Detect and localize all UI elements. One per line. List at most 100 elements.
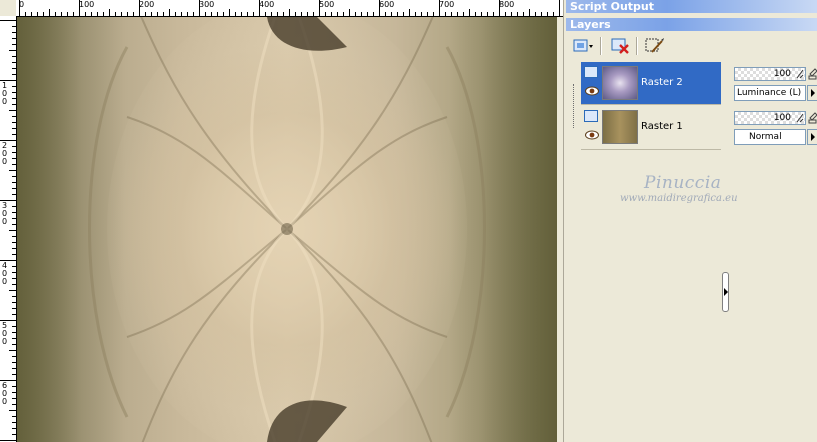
ruler-tick bbox=[12, 158, 16, 159]
ruler-label: 200 bbox=[139, 0, 155, 9]
layer-name: Raster 1 bbox=[641, 121, 683, 132]
ruler-tick bbox=[0, 440, 16, 441]
ruler-tick bbox=[391, 12, 392, 16]
ruler-tick bbox=[12, 104, 16, 105]
blend-mode-select[interactable]: Normal bbox=[734, 129, 806, 145]
ruler-tick bbox=[283, 12, 284, 16]
layer-item-raster-1[interactable]: Raster 1 bbox=[581, 106, 721, 148]
blend-mode-select[interactable]: Luminance (L) bbox=[734, 85, 806, 101]
ruler-tick bbox=[313, 12, 314, 16]
ruler-tick bbox=[12, 284, 16, 285]
ruler-tick bbox=[12, 38, 16, 39]
script-output-title[interactable]: Script Output bbox=[566, 0, 817, 13]
ruler-tick bbox=[367, 12, 368, 16]
ruler-label: 700 bbox=[439, 0, 455, 9]
ruler-tick bbox=[9, 170, 16, 171]
ruler-tick bbox=[241, 12, 242, 16]
ruler-tick bbox=[421, 12, 422, 16]
ruler-tick bbox=[247, 12, 248, 16]
layer-properties-icon bbox=[645, 38, 664, 53]
toolbar-separator bbox=[636, 37, 638, 55]
ruler-tick bbox=[12, 236, 16, 237]
layer-separator bbox=[581, 149, 721, 150]
layer-separator bbox=[581, 104, 721, 105]
lock-transparency-icon[interactable] bbox=[808, 112, 817, 124]
ruler-tick bbox=[307, 12, 308, 16]
ruler-tick bbox=[12, 86, 16, 87]
ruler-tick bbox=[12, 134, 16, 135]
ruler-tick bbox=[463, 12, 464, 16]
lock-transparency-icon[interactable] bbox=[808, 68, 817, 80]
ruler-tick bbox=[427, 12, 428, 16]
ruler-tick bbox=[9, 230, 16, 231]
ruler-tick bbox=[37, 12, 38, 16]
opacity-field[interactable]: 100 bbox=[734, 67, 806, 81]
layer-item-raster-2[interactable]: Raster 2 bbox=[581, 62, 721, 104]
ruler-tick bbox=[559, 0, 560, 16]
ruler-tick bbox=[175, 12, 176, 16]
ruler-tick bbox=[12, 32, 16, 33]
ruler-tick bbox=[12, 248, 16, 249]
ruler-tick bbox=[337, 12, 338, 16]
palettes-area: Script Output Layers Raster 2 Raster 1 1… bbox=[563, 0, 817, 442]
opacity-slider-icon[interactable] bbox=[796, 69, 804, 79]
ruler-tick bbox=[451, 12, 452, 16]
ruler-tick bbox=[12, 182, 16, 183]
opacity-slider-icon[interactable] bbox=[796, 113, 804, 123]
ruler-tick bbox=[553, 12, 554, 16]
layer-properties-button[interactable] bbox=[644, 36, 666, 56]
opacity-field[interactable]: 100 bbox=[734, 111, 806, 125]
layers-palette-title[interactable]: Layers bbox=[566, 18, 817, 31]
ruler-tick bbox=[187, 12, 188, 16]
ruler-tick bbox=[361, 12, 362, 16]
ruler-tick bbox=[457, 12, 458, 16]
ruler-tick bbox=[31, 12, 32, 16]
visibility-eye-icon[interactable] bbox=[585, 86, 599, 96]
ruler-tick bbox=[547, 12, 548, 16]
ruler-tick bbox=[121, 12, 122, 16]
ruler-tick bbox=[12, 212, 16, 213]
ruler-tick bbox=[12, 68, 16, 69]
ruler-label: 300 bbox=[2, 201, 8, 226]
new-layer-button[interactable] bbox=[572, 36, 594, 56]
visibility-eye-icon[interactable] bbox=[585, 130, 599, 140]
layer-properties-column: 100 Luminance (L) 100 Normal bbox=[734, 62, 817, 162]
blend-mode-dropdown-arrow[interactable] bbox=[807, 129, 817, 145]
raster-layer-icon bbox=[584, 110, 598, 122]
ruler-tick bbox=[85, 12, 86, 16]
new-layer-icon bbox=[573, 39, 593, 52]
ruler-tick bbox=[541, 12, 542, 16]
ruler-tick bbox=[55, 12, 56, 16]
ruler-tick bbox=[12, 206, 16, 207]
ruler-tick bbox=[535, 12, 536, 16]
ruler-tick bbox=[397, 12, 398, 16]
raster-layer-icon bbox=[584, 66, 598, 78]
ruler-tick bbox=[229, 9, 230, 16]
ruler-tick bbox=[12, 278, 16, 279]
ruler-tick bbox=[12, 338, 16, 339]
ruler-tick bbox=[12, 146, 16, 147]
delete-layer-button[interactable] bbox=[610, 36, 632, 56]
ruler-tick bbox=[295, 12, 296, 16]
ruler-tick bbox=[205, 12, 206, 16]
ruler-tick bbox=[12, 56, 16, 57]
panel-collapse-handle[interactable] bbox=[722, 272, 729, 312]
ruler-tick bbox=[211, 12, 212, 16]
ruler-tick bbox=[12, 296, 16, 297]
ruler-tick bbox=[12, 356, 16, 357]
ruler-tick bbox=[163, 12, 164, 16]
ruler-label: 300 bbox=[199, 0, 215, 9]
ruler-tick bbox=[355, 12, 356, 16]
ruler-tick bbox=[43, 12, 44, 16]
canvas-artwork bbox=[17, 17, 557, 442]
ruler-tick bbox=[12, 434, 16, 435]
ruler-tick bbox=[193, 12, 194, 16]
ruler-tick bbox=[12, 266, 16, 267]
ruler-tick bbox=[349, 9, 350, 16]
ruler-tick bbox=[12, 386, 16, 387]
ruler-tick bbox=[157, 12, 158, 16]
blend-mode-dropdown-arrow[interactable] bbox=[807, 85, 817, 101]
layer-thumbnail bbox=[602, 110, 638, 144]
image-canvas[interactable] bbox=[17, 17, 557, 442]
ruler-tick bbox=[61, 12, 62, 16]
